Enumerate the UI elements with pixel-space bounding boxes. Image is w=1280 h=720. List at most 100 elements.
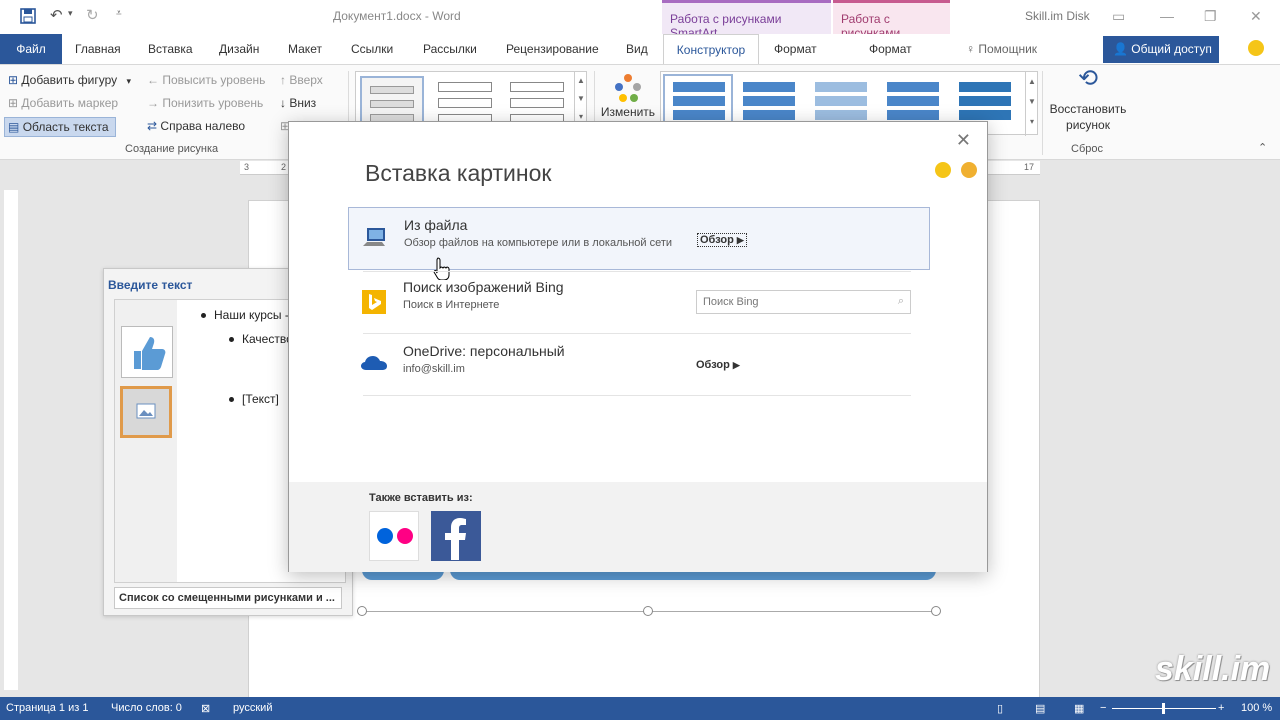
- reset-graphic-button[interactable]: ⟲ Восстановить рисунок: [1048, 65, 1128, 133]
- tab-mailings[interactable]: Рассылки: [415, 34, 485, 64]
- tab-insert[interactable]: Вставка: [140, 34, 201, 64]
- zoom-level[interactable]: 100 %: [1241, 702, 1272, 714]
- page-count[interactable]: Страница 1 из 1: [6, 702, 88, 714]
- close-icon[interactable]: ✕: [956, 130, 971, 151]
- tab-format-pictures[interactable]: Формат: [861, 34, 920, 64]
- text-item-2-label: Качество: [242, 332, 293, 346]
- text-item-1[interactable]: Наши курсы -: [201, 308, 289, 322]
- close-window-icon[interactable]: ✕: [1250, 8, 1262, 25]
- resize-handle[interactable]: [643, 606, 653, 616]
- arrow-up-icon: ↑: [280, 73, 286, 87]
- option-from-file[interactable]: Из файла Обзор файлов на компьютере или …: [348, 207, 930, 280]
- zoom-in-icon[interactable]: +: [1218, 702, 1224, 714]
- ruler-mark: 2: [281, 162, 287, 172]
- proofing-icon[interactable]: ⊠: [201, 702, 210, 715]
- bullet: [201, 313, 206, 319]
- change-colors-label: Изменить: [600, 105, 656, 119]
- right-to-left-button[interactable]: ⇄ Справа налево: [147, 119, 245, 133]
- tab-format-smartart[interactable]: Формат: [766, 34, 825, 64]
- add-shape-icon: ⊞: [8, 73, 19, 87]
- save-icon[interactable]: [20, 8, 36, 28]
- ruler-mark: 17: [1024, 162, 1035, 172]
- title-bar: ↶ ▾ ↻ ⩡ Документ1.docx - Word Работа с р…: [0, 0, 1280, 40]
- insert-picture-thumb[interactable]: [120, 386, 172, 438]
- facebook-icon: [445, 518, 466, 560]
- promote-button[interactable]: ← Повысить уровень: [147, 73, 265, 87]
- restore-icon[interactable]: ❐: [1204, 8, 1217, 25]
- tab-constructor[interactable]: Конструктор: [663, 34, 759, 64]
- arrow-left-icon: ←: [147, 73, 159, 87]
- ribbon-display-icon[interactable]: ▭: [1112, 8, 1125, 25]
- text-pane-button[interactable]: ▤ Область текста: [4, 117, 116, 137]
- share-label: Общий доступ: [1131, 42, 1212, 56]
- bing-search-input[interactable]: Поиск Bing ⌕: [696, 290, 911, 314]
- group-label-reset: Сброс: [1071, 143, 1103, 155]
- demote-button[interactable]: → Понизить уровень: [147, 96, 263, 110]
- language[interactable]: русский: [233, 702, 272, 714]
- tell-me-label: Помощник: [978, 42, 1038, 56]
- text-item-3[interactable]: [Текст]: [229, 392, 279, 406]
- tab-home[interactable]: Главная: [67, 34, 129, 64]
- move-up-button[interactable]: ↑ Вверх: [280, 73, 323, 87]
- tab-design[interactable]: Дизайн: [211, 34, 267, 64]
- word-count[interactable]: Число слов: 0: [111, 702, 182, 714]
- text-pane-label: Область текста: [22, 120, 109, 134]
- add-bullet-button[interactable]: ⊞ Добавить маркер: [8, 96, 118, 110]
- tell-me-box[interactable]: ♀ Помощник: [958, 34, 1045, 64]
- browse-file-link[interactable]: Обзор ▶: [697, 233, 747, 247]
- reset-graphic-icon: ⟲: [1077, 65, 1099, 92]
- zoom-slider-thumb[interactable]: [1162, 703, 1165, 714]
- text-item-2[interactable]: Качество: [229, 332, 293, 346]
- reset-label-2: рисунок: [1066, 118, 1110, 132]
- add-shape-button[interactable]: ⊞ Добавить фигуру ▾: [8, 73, 131, 87]
- web-layout-icon[interactable]: ▦: [1074, 702, 1084, 715]
- tab-file[interactable]: Файл: [0, 34, 62, 64]
- text-pane-icon: ▤: [8, 120, 20, 134]
- tab-references[interactable]: Ссылки: [343, 34, 401, 64]
- zoom-out-icon[interactable]: −: [1100, 702, 1106, 714]
- arrow-down-icon: ↓: [280, 96, 286, 110]
- vertical-ruler[interactable]: [4, 190, 18, 690]
- minimize-icon[interactable]: —: [1160, 8, 1174, 24]
- context-tab-smartart: Работа с рисунками SmartArt: [662, 0, 831, 40]
- option-onedrive[interactable]: OneDrive: персональный info@skill.im Обз…: [348, 334, 930, 397]
- dialog-title: Вставка картинок: [365, 160, 552, 186]
- tab-layout[interactable]: Макет: [280, 34, 330, 64]
- onedrive-title: OneDrive: персональный: [403, 343, 565, 359]
- chevron-down-icon: ▾: [126, 76, 132, 86]
- also-insert-label: Также вставить из:: [369, 492, 473, 504]
- onedrive-icon: [361, 356, 387, 370]
- person-icon: 👤: [1113, 42, 1128, 56]
- resize-handle[interactable]: [931, 606, 941, 616]
- search-icon[interactable]: ⌕: [898, 295, 904, 308]
- feedback-smiley-icon[interactable]: [1248, 40, 1264, 56]
- computer-icon: [363, 228, 385, 246]
- styles-scroll[interactable]: ▲ ▼ ▾: [1025, 72, 1038, 136]
- move-up-label: Вверх: [289, 73, 323, 87]
- undo-icon[interactable]: ↶: [50, 6, 63, 24]
- picture-placeholder-thumb[interactable]: [121, 326, 173, 378]
- redo-icon[interactable]: ↻: [86, 6, 99, 24]
- undo-dropdown-icon[interactable]: ▾: [68, 8, 73, 19]
- status-bar: Страница 1 из 1 Число слов: 0 ⊠ русский …: [0, 697, 1280, 720]
- browse-onedrive-link[interactable]: Обзор ▶: [696, 359, 740, 371]
- move-down-button[interactable]: ↓ Вниз: [280, 96, 316, 110]
- layout-description-link[interactable]: Список со смещенными рисунками и ...: [114, 587, 342, 609]
- share-button[interactable]: 👤 Общий доступ: [1103, 36, 1219, 63]
- chevron-right-icon: ▶: [736, 235, 744, 245]
- frown-feedback-icon[interactable]: [961, 162, 977, 178]
- tab-review[interactable]: Рецензирование: [498, 34, 607, 64]
- from-file-subtitle: Обзор файлов на компьютере или в локальн…: [404, 237, 673, 249]
- print-layout-icon[interactable]: ▤: [1035, 702, 1045, 715]
- facebook-button[interactable]: [431, 511, 481, 561]
- resize-handle[interactable]: [357, 606, 367, 616]
- browse-onedrive-label: Обзор: [696, 359, 730, 371]
- flickr-button[interactable]: [369, 511, 419, 561]
- customize-qat-icon[interactable]: ⩡: [116, 8, 122, 19]
- read-mode-icon[interactable]: ▯: [997, 702, 1003, 715]
- collapse-ribbon-icon[interactable]: ⌃: [1258, 141, 1267, 154]
- document-title: Документ1.docx - Word: [333, 9, 461, 23]
- smile-feedback-icon[interactable]: [935, 162, 951, 178]
- thumbs-up-icon: [122, 327, 172, 377]
- tab-view[interactable]: Вид: [618, 34, 656, 64]
